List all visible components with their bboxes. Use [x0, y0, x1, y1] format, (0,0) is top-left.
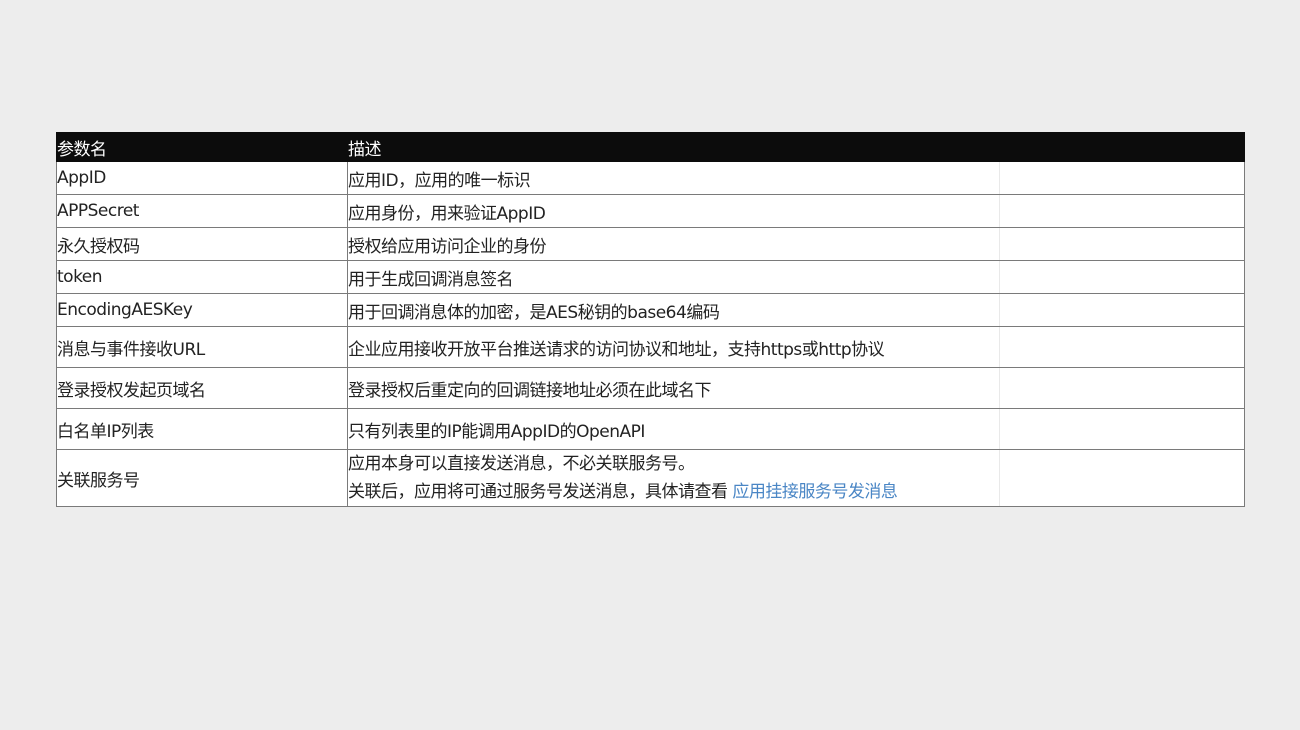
param-desc-cell: 只有列表里的IP能调用AppID的OpenAPI	[347, 408, 1245, 450]
table-row: 登录授权发起页域名 登录授权后重定向的回调链接地址必须在此域名下	[56, 367, 1245, 409]
param-name-cell: 关联服务号	[56, 449, 348, 507]
table-row: APPSecret 应用身份，用来验证AppID	[56, 194, 1245, 228]
param-name-cell: EncodingAESKey	[56, 293, 348, 327]
parameter-table: 参数名 描述 AppID 应用ID，应用的唯一标识 APPSecret 应用身份…	[56, 132, 1245, 507]
param-name-cell: token	[56, 260, 348, 294]
table-row: EncodingAESKey 用于回调消息体的加密，是AES秘钥的base64编…	[56, 293, 1245, 327]
param-desc-cell: 用于生成回调消息签名	[347, 260, 1245, 294]
service-account-doc-link[interactable]: 应用挂接服务号发消息	[732, 482, 898, 502]
desc-line-2: 关联后，应用将可通过服务号发送消息，具体请查看 应用挂接服务号发消息	[348, 478, 1244, 506]
param-name-cell: 消息与事件接收URL	[56, 326, 348, 368]
param-desc-cell: 应用身份，用来验证AppID	[347, 194, 1245, 228]
table-row: AppID 应用ID，应用的唯一标识	[56, 161, 1245, 195]
table-row: 消息与事件接收URL 企业应用接收开放平台推送请求的访问协议和地址，支持http…	[56, 326, 1245, 368]
param-name-cell: APPSecret	[56, 194, 348, 228]
param-name-cell: AppID	[56, 161, 348, 195]
table-row: 关联服务号 应用本身可以直接发送消息，不必关联服务号。 关联后，应用将可通过服务…	[56, 449, 1245, 507]
table-row: token 用于生成回调消息签名	[56, 260, 1245, 294]
desc-line-2-text: 关联后，应用将可通过服务号发送消息，具体请查看	[348, 482, 733, 502]
table-header-row: 参数名 描述	[56, 132, 1245, 162]
param-desc-cell: 应用本身可以直接发送消息，不必关联服务号。 关联后，应用将可通过服务号发送消息，…	[347, 449, 1245, 507]
param-desc-cell: 应用ID，应用的唯一标识	[347, 161, 1245, 195]
desc-line-1: 应用本身可以直接发送消息，不必关联服务号。	[348, 454, 696, 474]
table-row: 永久授权码 授权给应用访问企业的身份	[56, 227, 1245, 261]
param-name-cell: 永久授权码	[56, 227, 348, 261]
page: 参数名 描述 AppID 应用ID，应用的唯一标识 APPSecret 应用身份…	[0, 0, 1300, 730]
param-name-cell: 登录授权发起页域名	[56, 367, 348, 409]
header-description: 描述	[347, 132, 1245, 162]
header-param-name: 参数名	[56, 132, 348, 162]
param-desc-cell: 企业应用接收开放平台推送请求的访问协议和地址，支持https或http协议	[347, 326, 1245, 368]
param-desc-cell: 登录授权后重定向的回调链接地址必须在此域名下	[347, 367, 1245, 409]
param-name-cell: 白名单IP列表	[56, 408, 348, 450]
param-desc-cell: 用于回调消息体的加密，是AES秘钥的base64编码	[347, 293, 1245, 327]
param-desc-cell: 授权给应用访问企业的身份	[347, 227, 1245, 261]
table-row: 白名单IP列表 只有列表里的IP能调用AppID的OpenAPI	[56, 408, 1245, 450]
